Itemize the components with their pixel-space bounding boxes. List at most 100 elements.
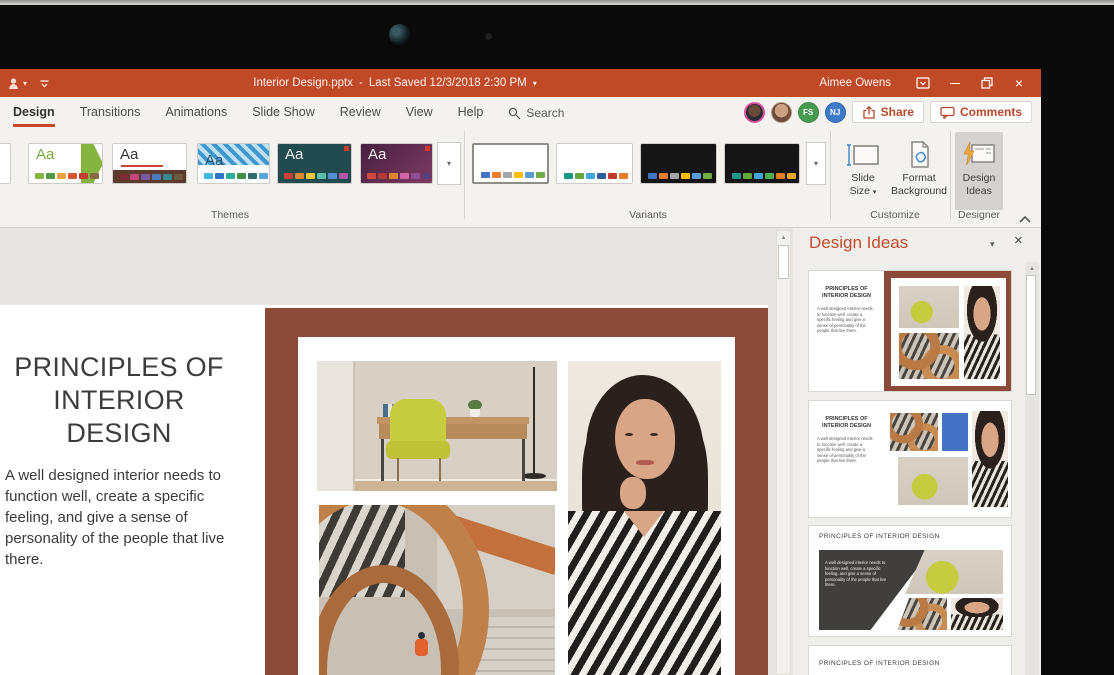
group-divider — [830, 131, 831, 219]
design-idea-thumbnail-3[interactable]: PRINCIPLES OF INTERIOR DESIGN A well des… — [808, 525, 1012, 637]
design-ideas-button[interactable]: Design Ideas — [955, 132, 1003, 210]
variant-thumbnail-3[interactable] — [640, 143, 717, 184]
idea-title: PRINCIPLES OF INTERIOR DESIGN — [815, 286, 878, 300]
variant-thumbnail-1-selected[interactable] — [472, 143, 549, 184]
scroll-up-icon[interactable]: ▲ — [1025, 262, 1039, 275]
slide-title-line: INTERIOR — [0, 384, 238, 417]
signed-in-user[interactable]: Aimee Owens — [819, 77, 891, 89]
theme-swatches — [35, 173, 99, 179]
design-idea-thumbnail-2[interactable]: PRINCIPLES OF INTERIOR DESIGN A well des… — [808, 400, 1012, 518]
collapse-ribbon-button[interactable] — [1018, 211, 1032, 229]
color-swatch — [174, 174, 183, 180]
document-title[interactable]: Interior Design.pptx - Last Saved 12/3/2… — [225, 69, 565, 97]
caret-down-icon: ▾ — [447, 159, 451, 168]
format-background-button[interactable]: Format Background — [888, 132, 950, 210]
tab-review[interactable]: Review — [340, 97, 381, 127]
photo-desk-chair[interactable] — [317, 361, 557, 491]
mini-photo-desk — [898, 457, 968, 505]
theme-thumbnail-partial[interactable] — [0, 143, 11, 184]
themes-more-button[interactable]: ▾ — [437, 142, 461, 185]
format-background-icon — [904, 140, 934, 170]
comments-label: Comments — [960, 105, 1022, 119]
tab-view[interactable]: View — [406, 97, 433, 127]
idea-body: A well designed interior needs to functi… — [817, 436, 876, 464]
avatar[interactable]: NJ — [825, 102, 846, 123]
panel-close-button[interactable]: × — [1014, 232, 1023, 249]
color-swatch — [503, 172, 512, 178]
minimize-icon — [950, 83, 960, 84]
photo-spiral-staircase[interactable] — [319, 505, 555, 675]
panel-options-caret[interactable]: ▾ — [990, 239, 995, 250]
slide-canvas[interactable]: PRINCIPLES OF INTERIOR DESIGN A well des… — [0, 305, 768, 675]
close-button[interactable]: × — [1003, 69, 1035, 97]
title-bar: ▾ Interior Design.pptx - Last Saved 12/3… — [0, 69, 1041, 97]
variant-swatches — [648, 173, 712, 179]
mini-accent-block — [942, 413, 968, 451]
format-background-label-2: Background — [891, 185, 947, 198]
color-swatch — [648, 173, 657, 179]
slide-title-line: PRINCIPLES OF — [0, 351, 238, 384]
format-background-label-1: Format — [902, 172, 935, 185]
design-idea-thumbnail-1[interactable]: PRINCIPLES OF INTERIOR DESIGN A well des… — [808, 270, 1012, 392]
panel-scrollbar[interactable]: ▲ — [1025, 262, 1039, 675]
mini-photo-woman — [951, 598, 1003, 630]
customize-qat-button[interactable] — [39, 78, 50, 89]
tab-design[interactable]: Design — [13, 97, 55, 127]
tab-transitions[interactable]: Transitions — [80, 97, 141, 127]
variant-thumbnail-4[interactable] — [724, 143, 800, 184]
avatar[interactable] — [771, 102, 792, 123]
color-swatch — [411, 173, 420, 179]
color-swatch — [400, 173, 409, 179]
chair-leg-shape — [397, 458, 399, 481]
photo-collage-frame[interactable] — [265, 308, 768, 675]
pinned-indicator — [344, 146, 349, 151]
color-swatch — [317, 173, 326, 179]
desk-leg-shape — [381, 439, 384, 481]
photo-woman-portrait[interactable] — [568, 361, 721, 675]
avatar[interactable] — [744, 102, 765, 123]
tab-help[interactable]: Help — [458, 97, 484, 127]
theme-thumbnail-dividend[interactable]: Aa — [112, 143, 187, 184]
color-swatch — [259, 173, 268, 179]
slide-body-text[interactable]: A well designed interior needs to functi… — [5, 465, 247, 570]
color-swatch — [536, 172, 545, 178]
theme-thumbnail-integral[interactable]: Aa — [197, 143, 270, 184]
scroll-up-icon[interactable]: ▲ — [777, 231, 790, 244]
tab-animations[interactable]: Animations — [165, 97, 227, 127]
ribbon-content: Aa Aa Aa Aa Aa — [0, 127, 1041, 228]
comments-icon — [940, 106, 955, 119]
slide-scrollbar[interactable]: ▲ — [776, 230, 791, 675]
theme-aa-sample: Aa — [36, 146, 54, 163]
color-swatch — [564, 173, 573, 179]
scrollbar-thumb[interactable] — [1026, 275, 1036, 395]
slide-title[interactable]: PRINCIPLES OF INTERIOR DESIGN — [0, 351, 238, 450]
ribbon-display-options-button[interactable] — [907, 69, 939, 97]
avatar[interactable]: FS — [798, 102, 819, 123]
caret-down-icon: ▾ — [814, 159, 818, 168]
slide-size-button[interactable]: Slide Size ▾ — [840, 132, 886, 210]
mini-photo-stairs — [890, 413, 938, 451]
color-swatch — [284, 173, 293, 179]
variant-thumbnail-2[interactable] — [556, 143, 633, 184]
minimize-button[interactable] — [939, 69, 971, 97]
desk-leg-shape — [522, 439, 525, 481]
caret-down-icon: ▾ — [533, 79, 537, 88]
color-swatch — [367, 173, 376, 179]
comments-button[interactable]: Comments — [930, 101, 1032, 123]
color-swatch — [90, 173, 99, 179]
tab-slide-show[interactable]: Slide Show — [252, 97, 315, 127]
mini-photo-woman — [972, 411, 1008, 507]
search-box[interactable]: Search — [508, 97, 564, 127]
theme-thumbnail-plum[interactable]: Aa — [360, 143, 433, 184]
design-idea-thumbnail-4[interactable]: PRINCIPLES OF INTERIOR DESIGN — [808, 645, 1012, 675]
color-swatch — [295, 173, 304, 179]
restore-button[interactable] — [971, 69, 1003, 97]
color-swatch — [119, 174, 128, 180]
scrollbar-thumb[interactable] — [778, 245, 789, 279]
theme-thumbnail-slate[interactable]: Aa — [277, 143, 352, 184]
variants-more-button[interactable]: ▾ — [806, 142, 826, 185]
theme-thumbnail-facet[interactable]: Aa — [28, 143, 103, 184]
autosave-button[interactable]: ▾ — [8, 77, 27, 90]
share-button[interactable]: Share — [852, 101, 924, 123]
color-swatch — [597, 173, 606, 179]
